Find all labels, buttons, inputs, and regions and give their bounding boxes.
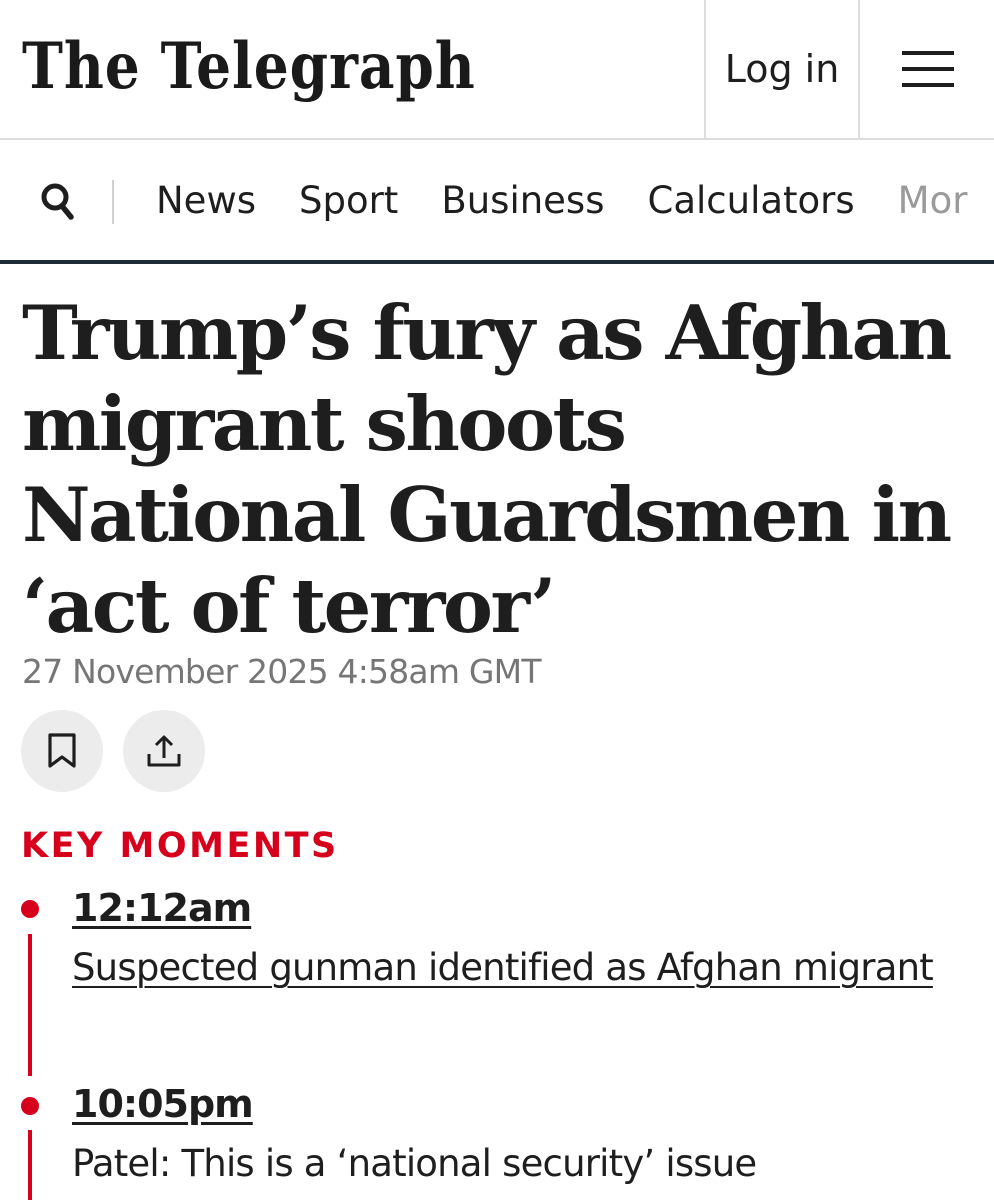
nav-item-news[interactable]: News [156,179,256,222]
key-moments-heading: KEY MOMENTS [21,826,339,866]
search-icon [41,183,74,220]
timeline-dot [21,1097,39,1115]
timeline-line [28,934,32,1076]
key-moment-time[interactable]: 12:12am [72,883,252,933]
telegraph-logo[interactable]: The Telegraph [22,22,476,112]
bookmark-icon [48,733,76,768]
hamburger-menu-icon [902,51,954,87]
share-button[interactable] [123,710,205,792]
share-icon [147,735,181,767]
nav-item-sport[interactable]: Sport [299,179,398,222]
section-nav: News Sport Business Calculators Mor [0,140,994,264]
timeline-line [28,1130,32,1200]
key-moment-title: Patel: This is a ‘national security’ iss… [72,1142,757,1185]
nav-item-business[interactable]: Business [441,179,604,222]
bookmark-button[interactable] [21,710,103,792]
login-label: Log in [724,47,840,91]
nav-divider [112,180,114,224]
nav-item-calculators[interactable]: Calculators [648,179,855,222]
search-button[interactable] [28,172,88,232]
menu-button[interactable] [862,0,994,138]
nav-items: News Sport Business Calculators Mor [156,140,994,260]
login-button[interactable]: Log in [704,0,860,138]
key-moment-title[interactable]: Suspected gunman identified as Afghan mi… [72,940,972,996]
key-moment-time[interactable]: 10:05pm [72,1079,254,1129]
site-header: The Telegraph Log in [0,0,994,140]
nav-item-more[interactable]: Mor [898,179,968,222]
article-dateline: 27 November 2025 4:58am GMT [22,652,541,691]
article-headline: Trump’s fury as Afghan migrant shoots Na… [22,289,952,650]
timeline-dot [21,900,39,918]
